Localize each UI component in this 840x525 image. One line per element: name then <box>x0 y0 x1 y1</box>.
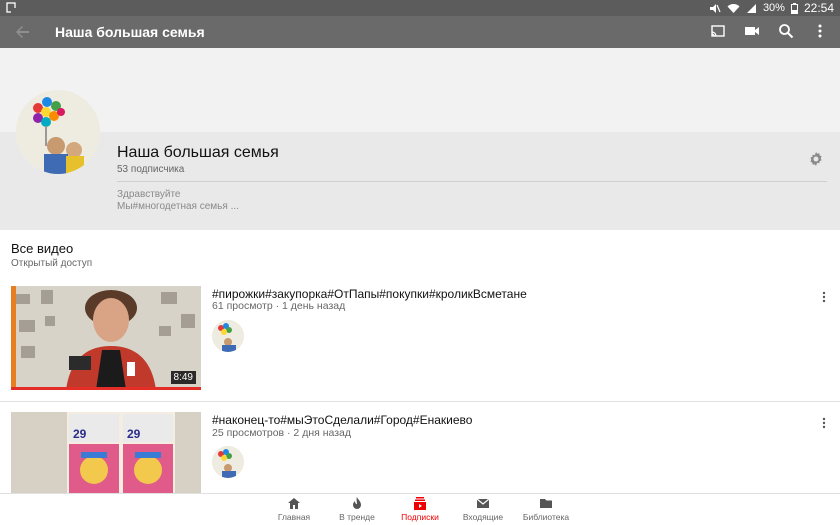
nav-item-inbox[interactable]: Входящие <box>448 497 518 522</box>
nav-item-trending[interactable]: В тренде <box>322 497 392 522</box>
battery-icon <box>790 2 798 14</box>
camera-icon[interactable] <box>744 23 760 39</box>
nav-item-library[interactable]: Библиотека <box>511 497 581 522</box>
flame-icon <box>353 497 361 509</box>
subscriber-count: 53 подписчика <box>117 164 185 175</box>
video-thumbnail[interactable]: 8:49 <box>11 286 201 390</box>
section-title: Все видео <box>11 241 74 256</box>
video-title[interactable]: #наконец-то#мыЭтоСделали#Город#Енакиево <box>212 413 472 427</box>
nav-item-subscriptions[interactable]: Подписки <box>385 497 455 522</box>
app-bar: Наша большая семья <box>0 16 840 48</box>
channel-description[interactable]: Здравствуйте <box>117 189 181 200</box>
bottom-navigation: Главная В тренде Подписки Входящие Библи… <box>0 493 840 525</box>
mute-icon <box>709 3 721 14</box>
folder-icon <box>540 499 552 508</box>
clock: 22:54 <box>803 1 834 15</box>
divider <box>117 181 827 182</box>
wifi-icon <box>727 3 740 14</box>
video-menu-icon[interactable] <box>818 416 830 430</box>
channel-banner <box>0 48 840 132</box>
section-visibility: Открытый доступ <box>11 258 93 269</box>
back-arrow-icon[interactable] <box>14 23 32 41</box>
video-meta: 61 просмотр · 1 день назад <box>212 300 346 312</box>
video-channel-avatar[interactable] <box>212 446 244 478</box>
nav-item-home[interactable]: Главная <box>259 497 329 522</box>
svg-text:29: 29 <box>127 427 141 441</box>
cast-icon[interactable] <box>710 23 726 39</box>
battery-percent: 30% <box>762 2 785 14</box>
subscriptions-icon <box>414 497 426 510</box>
status-bar: 30% 22:54 <box>0 0 840 16</box>
more-vert-icon[interactable] <box>812 23 828 39</box>
video-duration: 8:49 <box>170 371 196 384</box>
video-menu-icon[interactable] <box>818 290 830 304</box>
mail-icon <box>476 498 490 508</box>
channel-avatar[interactable] <box>16 90 100 174</box>
video-meta: 25 просмотров · 2 дня назад <box>212 427 352 439</box>
search-icon[interactable] <box>778 23 794 39</box>
signal-icon <box>746 3 757 14</box>
gear-icon[interactable] <box>808 151 824 167</box>
video-channel-avatar[interactable] <box>212 320 244 352</box>
home-icon <box>288 498 300 509</box>
app-bar-title: Наша большая семья <box>55 24 205 40</box>
channel-description-more[interactable]: Мы#многодетная семья ... <box>117 201 239 212</box>
notification-icon <box>6 2 16 13</box>
svg-text:29: 29 <box>73 427 87 441</box>
watch-progress-bar <box>11 387 201 390</box>
divider <box>0 401 840 402</box>
video-thumbnail[interactable]: 29 29 <box>11 412 201 493</box>
channel-name: Наша большая семья <box>117 144 279 161</box>
video-title[interactable]: #пирожки#закупорка#ОтПапы#покупки#кролик… <box>212 287 527 301</box>
